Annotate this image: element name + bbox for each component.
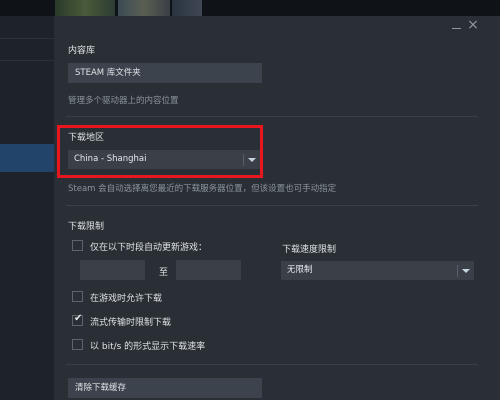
annotation-highlight-box bbox=[57, 125, 263, 178]
close-icon[interactable]: × bbox=[466, 17, 480, 33]
speed-limit-label: 下载速度限制 bbox=[282, 245, 337, 255]
steam-library-folders-button[interactable]: STEAM 库文件夹 bbox=[68, 63, 262, 83]
game-thumbnail bbox=[172, 0, 202, 16]
sidebar-item-downloads[interactable] bbox=[0, 144, 54, 172]
game-thumbnail bbox=[118, 0, 170, 16]
section-divider bbox=[66, 364, 478, 365]
schedule-checkbox[interactable] bbox=[72, 240, 83, 251]
content-library-heading: 内容库 bbox=[68, 46, 96, 56]
checkmark-icon: ✔ bbox=[74, 313, 83, 324]
download-region-description: Steam 会自动选择离您最近的下载服务器位置，但该设置也可手动指定 bbox=[68, 184, 337, 194]
schedule-end-time-input[interactable] bbox=[176, 260, 241, 280]
background-top-strip bbox=[0, 0, 500, 16]
throttle-streaming-label: 流式传输时限制下载 bbox=[90, 318, 172, 328]
select-separator bbox=[457, 265, 458, 277]
download-limits-heading: 下载限制 bbox=[68, 222, 105, 232]
game-thumbnail bbox=[55, 0, 115, 16]
sidebar-divider bbox=[0, 60, 54, 61]
speed-limit-select[interactable]: 无限制 bbox=[281, 261, 474, 280]
allow-during-gameplay-label: 在游戏时允许下载 bbox=[90, 294, 163, 304]
allow-during-gameplay-checkbox[interactable] bbox=[72, 291, 83, 302]
clear-download-cache-button[interactable]: 清除下载缓存 bbox=[68, 378, 262, 398]
section-divider bbox=[66, 205, 478, 206]
speed-limit-value: 无限制 bbox=[287, 265, 313, 275]
minimize-icon[interactable] bbox=[450, 20, 464, 34]
chevron-down-icon bbox=[462, 269, 470, 273]
throttle-streaming-checkbox[interactable]: ✔ bbox=[72, 313, 83, 326]
schedule-between-label: 至 bbox=[159, 268, 169, 278]
show-bits-label: 以 bit/s 的形式显示下载速率 bbox=[90, 342, 206, 352]
settings-sidebar bbox=[0, 16, 54, 400]
sidebar-divider bbox=[0, 38, 54, 39]
schedule-label: 仅在以下时段自动更新游戏： bbox=[90, 243, 208, 253]
show-bits-checkbox[interactable] bbox=[72, 339, 83, 350]
schedule-start-time-input[interactable] bbox=[80, 260, 145, 280]
content-library-description: 管理多个驱动器上的内容位置 bbox=[68, 96, 179, 106]
section-divider bbox=[66, 116, 478, 117]
